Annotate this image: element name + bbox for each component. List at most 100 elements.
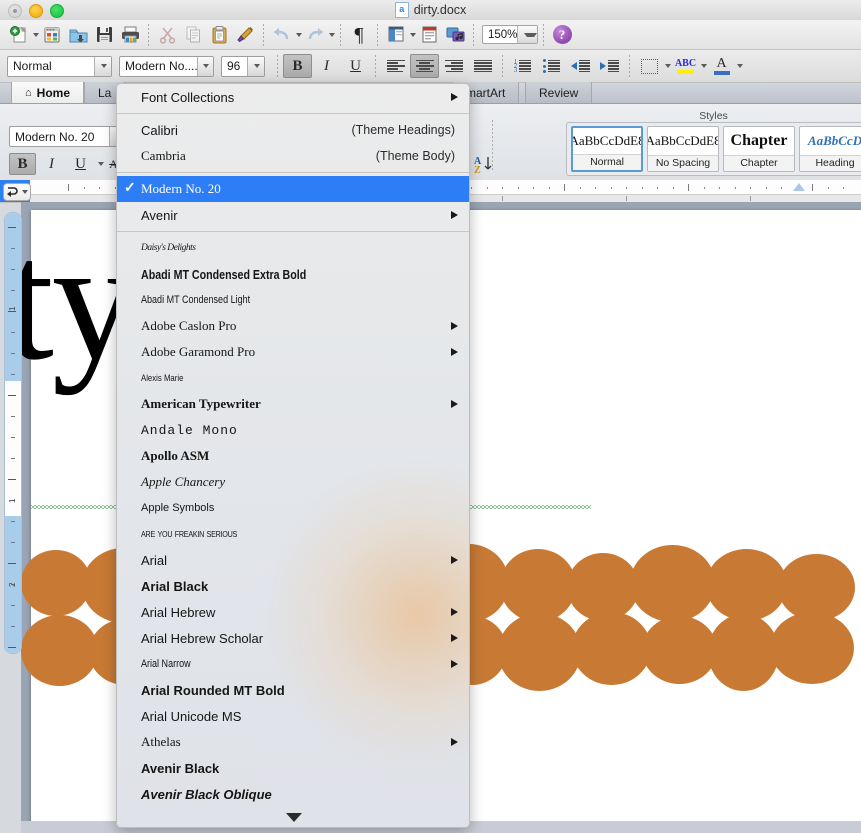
- menu-scroll-down-button[interactable]: [117, 809, 469, 825]
- ribbon-underline-button[interactable]: U: [67, 153, 94, 175]
- menu-item-font[interactable]: Arial: [117, 547, 469, 573]
- menu-item-font[interactable]: Abadi MT Condensed Extra Bold: [117, 261, 469, 287]
- menu-item-font[interactable]: Arial Hebrew Scholar: [117, 625, 469, 651]
- menu-item-font[interactable]: Arial Black: [117, 573, 469, 599]
- print-button[interactable]: [117, 22, 143, 48]
- ruler-tab-tick: [750, 196, 751, 201]
- vruler-number: 1: [8, 306, 17, 311]
- show-hide-toolbox-button[interactable]: [3, 183, 31, 201]
- pilcrow-icon[interactable]: ¶: [346, 22, 372, 48]
- numbered-list-button[interactable]: 123: [508, 54, 537, 78]
- zoom-dropdown-arrow[interactable]: [517, 26, 537, 43]
- highlight-button[interactable]: ABC: [671, 54, 700, 78]
- sidebar-pane-button[interactable]: [383, 22, 409, 48]
- underline-button[interactable]: U: [341, 54, 370, 78]
- font-dropdown-menu[interactable]: Font Collections Calibri (Theme Headings…: [116, 83, 470, 828]
- template-gallery-button[interactable]: [39, 22, 65, 48]
- style-card-chapter[interactable]: Chapter Chapter: [723, 126, 795, 172]
- menu-item-font[interactable]: Adobe Garamond Pro: [117, 339, 469, 365]
- font-color-button[interactable]: A: [707, 54, 736, 78]
- tab-review[interactable]: Review: [525, 82, 593, 103]
- vertical-ruler[interactable]: 1 1 2: [4, 212, 22, 654]
- font-color-dropdown-arrow[interactable]: [737, 64, 743, 68]
- menu-item-label: Arial Hebrew Scholar: [141, 630, 264, 646]
- vruler-minor-tick: [11, 542, 15, 543]
- notebook-layout-button[interactable]: [416, 22, 442, 48]
- paragraph-style-dropdown-arrow[interactable]: [94, 56, 111, 76]
- save-button[interactable]: [91, 22, 117, 48]
- style-card-no-spacing[interactable]: AaBbCcDdEƐ No Spacing: [647, 126, 719, 172]
- menu-item-font[interactable]: Apple Symbols: [117, 495, 469, 521]
- style-card-normal[interactable]: AaBbCcDdEƐ Normal: [571, 126, 643, 172]
- increase-indent-button[interactable]: [595, 54, 624, 78]
- undo-button[interactable]: [269, 22, 295, 48]
- style-label: Chapter: [724, 155, 794, 171]
- align-right-button[interactable]: [439, 54, 468, 78]
- ribbon-italic-button[interactable]: I: [38, 153, 65, 175]
- menu-item-font[interactable]: Apple Chancery: [117, 469, 469, 495]
- font-list[interactable]: Daisy's Delights Abadi MT Condensed Extra…: [117, 235, 469, 807]
- align-center-button[interactable]: [410, 54, 439, 78]
- redo-button[interactable]: [302, 22, 328, 48]
- justify-button[interactable]: [468, 54, 497, 78]
- zoom-value: 150%: [488, 28, 518, 41]
- right-indent-marker[interactable]: [793, 183, 805, 191]
- ribbon-bold-button[interactable]: B: [9, 153, 36, 175]
- font-name-combo[interactable]: Modern No....: [119, 55, 214, 77]
- font-size-combo[interactable]: 96: [221, 55, 265, 77]
- window-title-text: dirty.docx: [413, 3, 467, 17]
- media-browser-button[interactable]: [442, 22, 468, 48]
- bulleted-list-button[interactable]: [537, 54, 566, 78]
- copy-button[interactable]: [180, 22, 206, 48]
- menu-item-font[interactable]: Andale Mono: [117, 417, 469, 443]
- align-left-icon: [386, 59, 405, 73]
- bold-button[interactable]: B: [283, 54, 312, 78]
- menu-item-font[interactable]: Avenir Black: [117, 755, 469, 781]
- sort-button[interactable]: AZ: [470, 152, 500, 176]
- ribbon-font-combo[interactable]: Modern No. 20: [9, 126, 127, 147]
- menu-item-font[interactable]: Athelas: [117, 729, 469, 755]
- zoom-combo[interactable]: 150%: [482, 25, 538, 44]
- decorative-dot: [770, 612, 854, 684]
- style-preview: AaBbCcDdEƐ: [573, 133, 641, 148]
- paste-button[interactable]: [206, 22, 232, 48]
- cut-button[interactable]: [154, 22, 180, 48]
- tab-home[interactable]: ⌂ Home: [11, 82, 84, 103]
- style-card-heading[interactable]: AaBbCcD Heading: [799, 126, 861, 172]
- menu-item-font[interactable]: Arial Rounded MT Bold: [117, 677, 469, 703]
- ruler-major-tick: [812, 184, 813, 191]
- menu-item-avenir[interactable]: Avenir: [117, 202, 469, 228]
- menu-item-font[interactable]: Arial Narrow: [117, 651, 469, 677]
- open-folder-button[interactable]: [65, 22, 91, 48]
- redo-dropdown-arrow[interactable]: [329, 32, 335, 37]
- decrease-indent-button[interactable]: [566, 54, 595, 78]
- font-name-dropdown-arrow[interactable]: [197, 56, 213, 76]
- menu-item-font[interactable]: Arial Hebrew: [117, 599, 469, 625]
- ruler-minor-tick: [781, 187, 782, 189]
- menu-item-font[interactable]: are you freakin serious: [117, 521, 469, 547]
- menu-item-font[interactable]: Apollo ASM: [117, 443, 469, 469]
- menu-item-font[interactable]: Arial Unicode MS: [117, 703, 469, 729]
- paragraph-style-combo[interactable]: Normal: [7, 55, 112, 77]
- menu-item-label: Arial Narrow: [141, 658, 191, 670]
- help-button[interactable]: ?: [549, 22, 575, 48]
- menu-item-font[interactable]: Abadi MT Condensed Light: [117, 287, 469, 313]
- menu-item-cambria[interactable]: Cambria (Theme Body): [117, 143, 469, 169]
- ruler-minor-tick: [672, 187, 674, 189]
- menu-item-calibri[interactable]: Calibri (Theme Headings): [117, 117, 469, 143]
- menu-item-modern-no-20[interactable]: ✓ Modern No. 20: [117, 176, 469, 202]
- new-document-button[interactable]: [6, 22, 32, 48]
- styles-gallery[interactable]: AaBbCcDdEƐ Normal AaBbCcDdEƐ No Spacing …: [566, 122, 861, 176]
- menu-item-font[interactable]: Adobe Caslon Pro: [117, 313, 469, 339]
- borders-button[interactable]: [635, 54, 664, 78]
- menu-item-font[interactable]: Daisy's Delights: [117, 235, 469, 261]
- format-painter-button[interactable]: [232, 22, 258, 48]
- align-left-button[interactable]: [381, 54, 410, 78]
- menu-item-font-collections[interactable]: Font Collections: [117, 84, 469, 110]
- menu-item-font[interactable]: American Typewriter: [117, 391, 469, 417]
- menu-item-font[interactable]: Alexis Marie: [117, 365, 469, 391]
- font-size-dropdown-arrow[interactable]: [247, 56, 264, 76]
- menu-divider: [117, 113, 469, 114]
- italic-button[interactable]: I: [312, 54, 341, 78]
- chevron-down-icon[interactable]: [22, 190, 28, 194]
